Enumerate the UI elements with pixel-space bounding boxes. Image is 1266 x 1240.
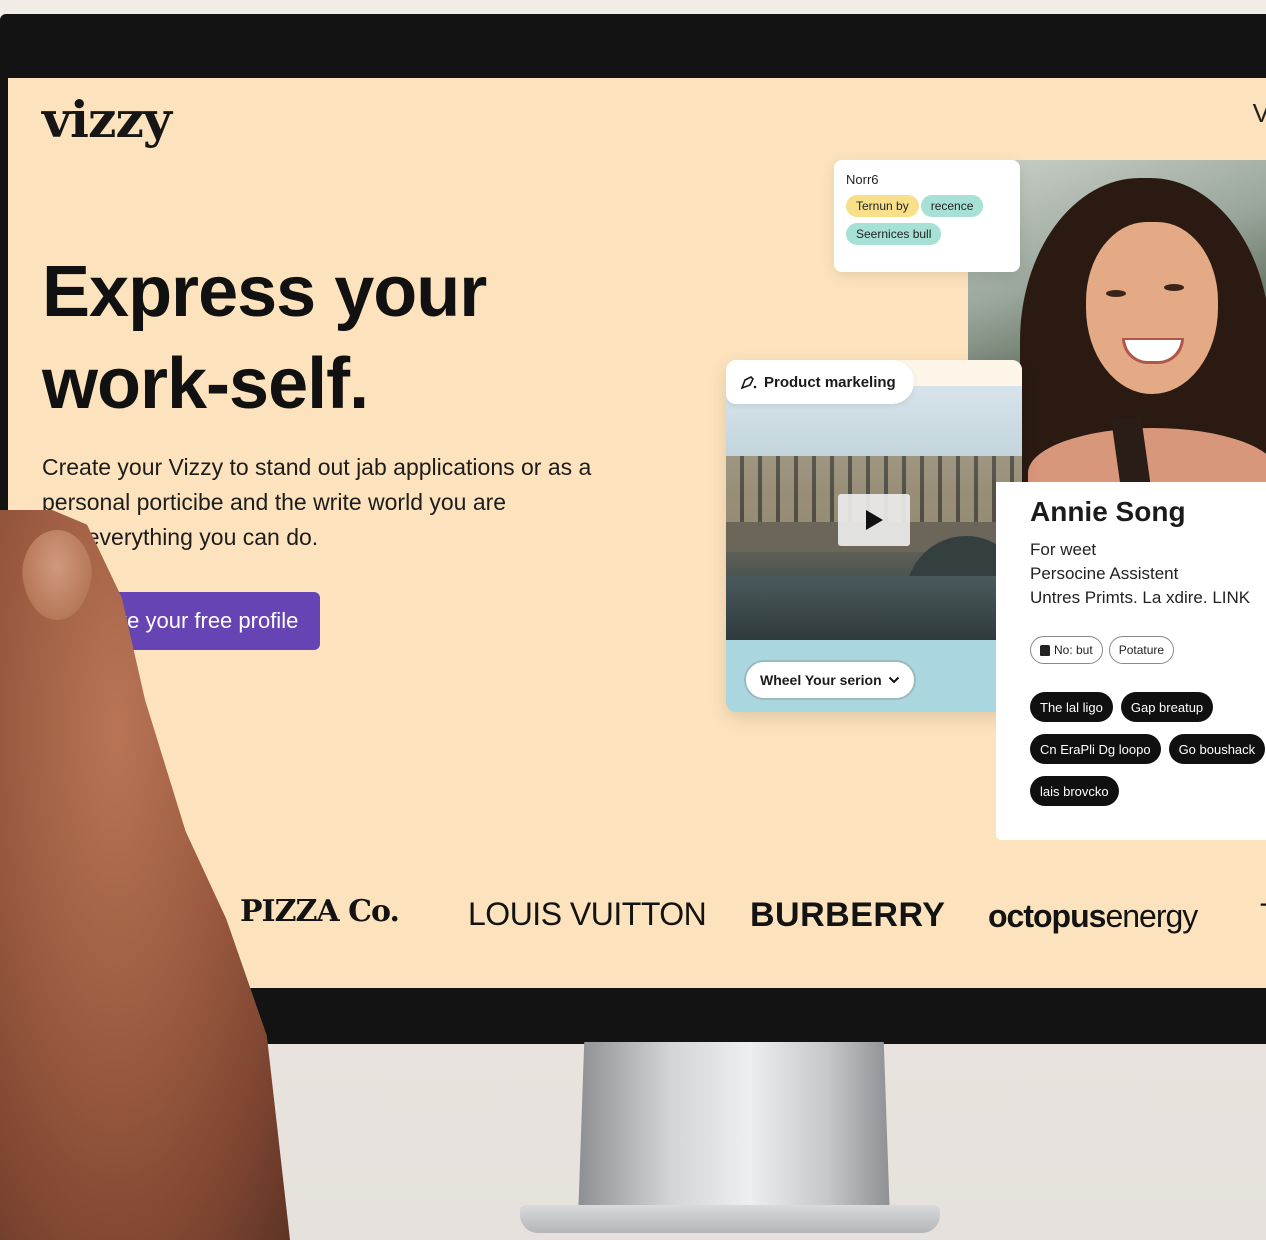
website-screen: vizzy V Express your work-self. Create y… (8, 78, 1266, 988)
photo-face (1086, 222, 1218, 394)
skill-pill[interactable]: Gap breatup (1120, 692, 1214, 722)
hero-title-line2: work-self. (42, 344, 369, 424)
brand-logo-cut: T (1260, 898, 1266, 932)
hero-title: Express your work-self. (42, 246, 602, 430)
pen-icon (740, 376, 757, 390)
profile-card: Annie Song For weet Persocine Assistent … (996, 482, 1266, 840)
photo-eye (1164, 284, 1184, 291)
outline-pill-label: No: but (1054, 643, 1093, 657)
video-select-label: Wheel Your serion (760, 672, 882, 688)
lock-icon (1040, 644, 1050, 656)
hero-title-line1: Express your (42, 252, 487, 332)
outline-pill[interactable]: Potature (1108, 636, 1175, 664)
play-button[interactable] (838, 494, 910, 546)
video-select-dropdown[interactable]: Wheel Your serion (744, 660, 916, 700)
brand-logo-louis-vuitton: LOUIS VUITTON (468, 896, 707, 932)
monitor-stand (578, 1042, 890, 1220)
brand-logo-pizza: PIZZA Co. (240, 894, 400, 929)
product-marketing-label: Product markeling (764, 373, 896, 391)
video-card: Product markeling Wheel Your serion (726, 360, 1022, 712)
hero-subtitle: Create your Vizzy to stand out jab appli… (42, 450, 662, 555)
outline-pill[interactable]: No: but (1030, 636, 1103, 664)
product-marketing-chip[interactable]: Product markeling (726, 360, 914, 404)
profile-link-line[interactable]: Untres Primts. La xdire. LINK (1030, 586, 1266, 610)
profile-line: For weet (1030, 540, 1097, 559)
profile-line: Persocine Assistent (1030, 564, 1179, 583)
tag-pill[interactable]: Seernices bull (846, 223, 942, 245)
brand-octopus-bold: octopus (988, 898, 1106, 934)
skill-pill[interactable]: lais brovcko (1030, 776, 1119, 806)
skill-pill[interactable]: Cn EraPli Dg loopo (1030, 734, 1161, 764)
monitor-stand-base (520, 1205, 940, 1233)
skill-pill[interactable]: Go boushack (1168, 734, 1266, 764)
photo-eye (1106, 290, 1126, 297)
tag-card: Norr6 Ternun by recence Seernices bull (834, 160, 1020, 272)
play-icon (866, 510, 883, 530)
site-logo[interactable]: vizzy (42, 90, 172, 149)
thumb-nail (22, 530, 92, 620)
skill-pill[interactable]: The lal ligo (1030, 692, 1113, 722)
profile-name: Annie Song (1030, 496, 1186, 527)
chevron-down-icon (888, 676, 899, 684)
hero-subtitle-line1: Create your Vizzy to stand out jab appli… (42, 454, 592, 480)
nav-item-cut[interactable]: V (1253, 98, 1266, 129)
brand-octopus-light: energy (1105, 898, 1198, 934)
tag-pill[interactable]: recence (920, 195, 984, 217)
brand-logo-burberry: BURBERRY (750, 896, 946, 934)
hero-subtitle-line2: personal porticibe and the write world y… (42, 489, 507, 515)
tag-card-title: Norr6 (846, 172, 879, 187)
video-water (726, 576, 1022, 640)
tag-pill[interactable]: Ternun by (846, 195, 919, 217)
brand-logo-octopus: octopusenergy (988, 898, 1198, 935)
